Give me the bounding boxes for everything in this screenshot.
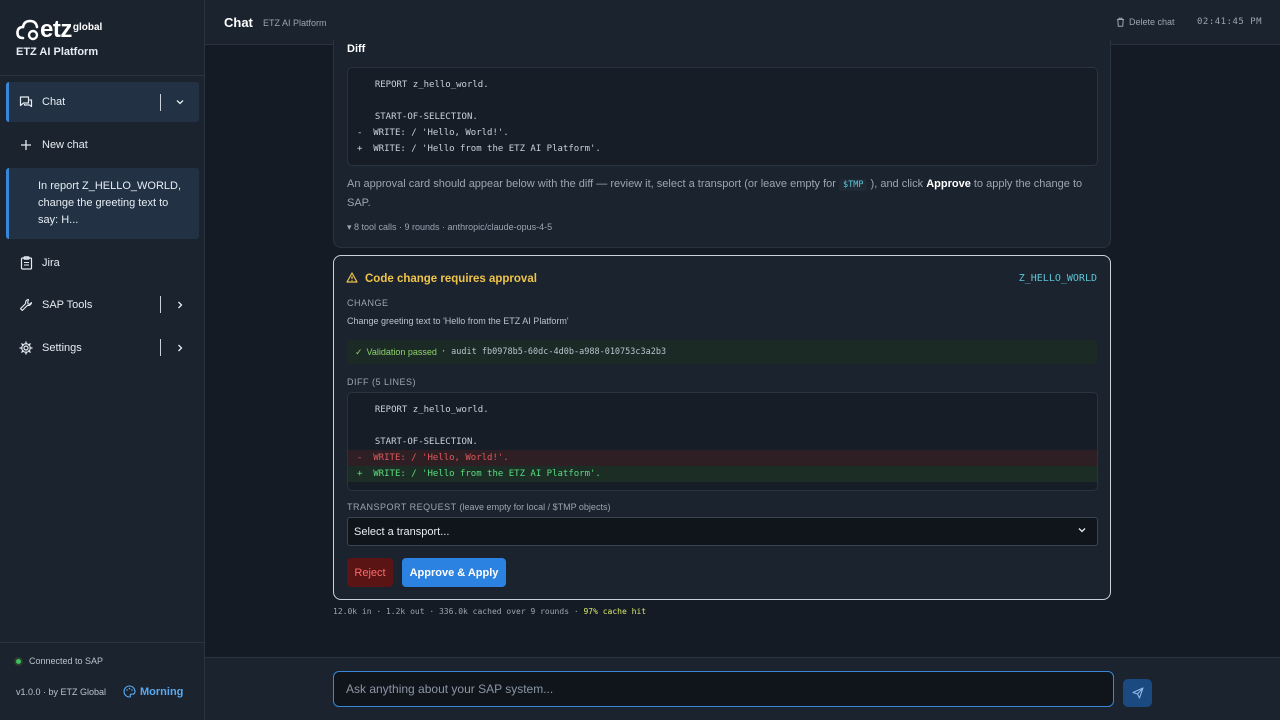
chevron-down-icon[interactable] xyxy=(171,97,189,107)
sidebar-item-sap-tools[interactable]: SAP Tools xyxy=(6,296,199,313)
clock: 02:41:45 PM xyxy=(1197,17,1263,27)
greeting-label: Morning xyxy=(140,685,184,698)
token-usage: 12.0k in · 1.2k out · 336.0k cached over… xyxy=(333,607,647,616)
sidebar-item-label: Jira xyxy=(42,256,60,269)
diff-block: REPORT z_hello_world. START-OF-SELECTION… xyxy=(347,392,1098,491)
sidebar: etz global ETZ AI Platform Chat New chat… xyxy=(0,0,205,720)
check-icon: ✓ xyxy=(355,346,363,357)
delete-chat-button[interactable]: Delete chat xyxy=(1116,17,1175,27)
new-chat-button[interactable]: New chat xyxy=(6,136,199,153)
logo: etz global xyxy=(16,14,102,42)
header: Chat ETZ AI Platform Delete chat 02:41:4… xyxy=(205,0,1280,45)
code-line-removed: - WRITE: / 'Hello, World!'. xyxy=(348,450,1097,466)
code-block: REPORT z_hello_world. START-OF-SELECTION… xyxy=(347,67,1098,166)
sidebar-item-label: New chat xyxy=(42,138,88,151)
change-text: Change greeting text to 'Hello from the … xyxy=(347,316,569,326)
clipboard-icon xyxy=(18,255,34,271)
approval-title: Code change requires approval xyxy=(346,272,537,286)
inline-code: $TMP xyxy=(839,179,868,191)
sidebar-item-label: Chat xyxy=(42,96,66,108)
code-line: START-OF-SELECTION. xyxy=(374,112,478,122)
approve-apply-button[interactable]: Approve & Apply xyxy=(402,558,506,587)
divider xyxy=(0,642,205,643)
palette-icon xyxy=(123,685,136,698)
chat-input[interactable] xyxy=(333,671,1114,707)
delete-chat-label: Delete chat xyxy=(1129,17,1175,27)
plus-icon xyxy=(18,137,34,153)
sidebar-item-settings[interactable]: Settings xyxy=(6,339,199,356)
transport-select[interactable]: Select a transport... xyxy=(347,517,1098,546)
chat-history-item[interactable]: In report Z_HELLO_WORLD, change the gree… xyxy=(6,168,199,239)
page-subtitle: ETZ AI Platform xyxy=(263,18,327,28)
chevron-right-icon[interactable] xyxy=(171,300,189,310)
diff-label: DIFF (5 LINES) xyxy=(347,377,417,387)
send-button[interactable] xyxy=(1123,679,1152,707)
divider xyxy=(160,339,161,356)
audit-id: · audit fb0978b5-60dc-4d0b-a988-010753c3… xyxy=(440,347,667,357)
message-text: An approval card should appear below wit… xyxy=(347,178,1083,209)
cache-hit: 97% cache hit xyxy=(583,607,647,616)
tool-calls-toggle[interactable]: ▾ 8 tool calls · 9 rounds · anthropic/cl… xyxy=(347,222,552,233)
sidebar-item-jira[interactable]: Jira xyxy=(6,254,199,271)
greeting-toggle[interactable]: Morning xyxy=(123,685,183,698)
cloud-logo-icon xyxy=(16,19,39,41)
assistant-message: Diff REPORT z_hello_world. START-OF-SELE… xyxy=(333,40,1111,248)
brand-subtitle: ETZ AI Platform xyxy=(16,46,99,58)
code-line: REPORT z_hello_world. xyxy=(374,405,489,415)
logo-word: etz xyxy=(40,16,72,43)
brand: etz global ETZ AI Platform xyxy=(16,14,102,59)
trash-icon xyxy=(1117,17,1124,27)
diff-heading: Diff xyxy=(347,43,366,55)
page-title: Chat xyxy=(224,15,253,30)
chevron-down-icon xyxy=(1077,525,1087,538)
send-icon xyxy=(1131,687,1144,699)
sidebar-item-label: SAP Tools xyxy=(42,298,93,311)
transport-select-value: Select a transport... xyxy=(354,525,450,538)
code-line-removed: - WRITE: / 'Hello, World!'. xyxy=(357,128,509,138)
object-name: Z_HELLO_WORLD xyxy=(1018,273,1097,284)
code-line: START-OF-SELECTION. xyxy=(374,437,478,447)
warning-icon xyxy=(346,272,358,286)
version-text: v1.0.0 · by ETZ Global xyxy=(16,687,107,697)
code-line-added: + WRITE: / 'Hello from the ETZ AI Platfo… xyxy=(357,144,601,154)
logo-suffix: global xyxy=(72,22,103,33)
divider xyxy=(0,75,205,76)
approval-card: Code change requires approval Z_HELLO_WO… xyxy=(333,255,1111,600)
chevron-right-icon[interactable] xyxy=(171,343,189,353)
code-line-added: + WRITE: / 'Hello from the ETZ AI Platfo… xyxy=(348,466,1097,482)
code-line: REPORT z_hello_world. xyxy=(374,80,489,90)
connection-status: Connected to SAP xyxy=(14,656,103,666)
transport-label: TRANSPORT REQUEST (leave empty for local… xyxy=(347,502,611,512)
validation-text: Validation passed xyxy=(366,347,437,357)
wrench-icon xyxy=(18,297,34,313)
sidebar-item-chat[interactable]: Chat xyxy=(6,82,199,122)
sidebar-item-label: Settings xyxy=(42,341,82,354)
change-label: CHANGE xyxy=(347,298,389,308)
gear-icon xyxy=(18,340,34,356)
reject-button[interactable]: Reject xyxy=(347,558,393,587)
status-dot-icon xyxy=(14,656,23,666)
connection-text: Connected to SAP xyxy=(29,656,104,666)
divider xyxy=(160,93,161,111)
validation-status: ✓ Validation passed · audit fb0978b5-60d… xyxy=(347,340,1097,364)
chat-icon xyxy=(18,94,34,110)
divider xyxy=(160,296,161,313)
